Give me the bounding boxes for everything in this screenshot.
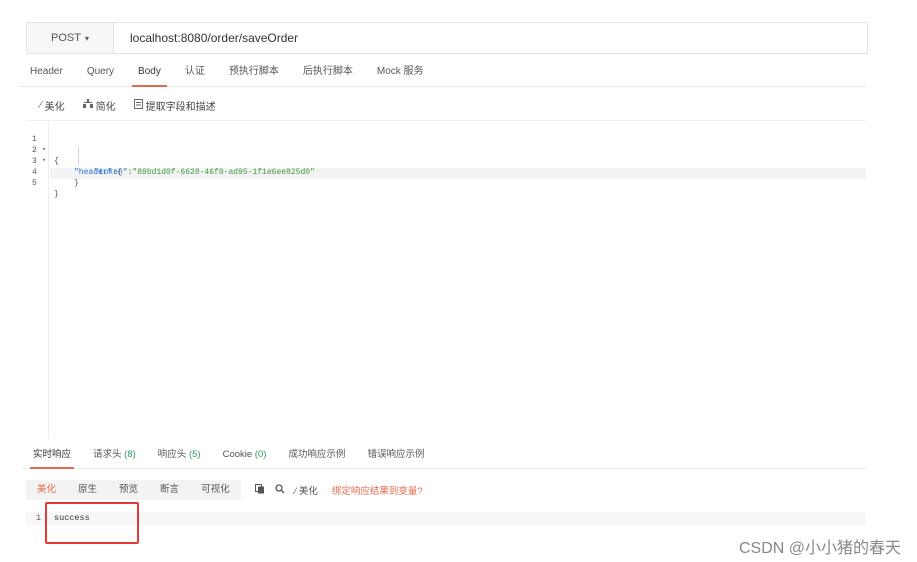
chevron-down-icon: ▾ — [84, 33, 89, 43]
code-text: } — [74, 179, 79, 188]
count-badge: (8) — [124, 449, 136, 460]
beautify-response-button[interactable]: ⁄ 美化 — [295, 483, 318, 497]
url-input[interactable]: localhost:8080/order/saveOrder — [114, 31, 298, 45]
view-raw[interactable]: 原生 — [67, 480, 108, 500]
line-number: 1 — [36, 513, 42, 523]
view-mode-segmented: 美化 原生 预览 断言 可视化 — [26, 480, 241, 500]
tab-success-example[interactable]: 成功响应示例 — [277, 442, 356, 468]
search-icon[interactable] — [274, 483, 285, 497]
response-tools: ⁄ 美化 绑定响应结果到变量? — [254, 483, 423, 497]
tab-header[interactable]: Header — [18, 58, 75, 86]
extract-fields-button[interactable]: 提取字段和描述 — [133, 98, 216, 113]
tab-mock-service[interactable]: Mock 服务 — [365, 58, 436, 86]
tab-request-headers[interactable]: 请求头 (8) — [82, 442, 147, 468]
tab-cookie[interactable]: Cookie (0) — [212, 442, 278, 468]
view-beautify[interactable]: 美化 — [26, 480, 67, 500]
editor-toolbar: ⁄ 美化 简化 提取字段和描述 — [40, 96, 216, 114]
response-tabs: 实时响应 请求头 (8) 响应头 (5) Cookie (0) 成功响应示例 错… — [22, 442, 866, 469]
code-line: 2 ▾ "header":{ — [26, 134, 122, 177]
count-badge: (0) — [254, 449, 267, 460]
tab-error-example[interactable]: 错误响应示例 — [356, 442, 435, 468]
response-toolbar: 美化 原生 预览 断言 可视化 ⁄ 美化 绑定响应结果到变量? — [26, 480, 423, 500]
bind-result-link[interactable]: 绑定响应结果到变量? — [332, 483, 423, 497]
code-line: 4 } — [26, 156, 79, 188]
json-string: "89bd1d0f-6628-46f0-ad95-1f1e6ee825d0" — [132, 168, 315, 177]
tab-auth[interactable]: 认证 — [173, 58, 217, 86]
tab-pre-script[interactable]: 预执行脚本 — [217, 58, 291, 86]
annotation-highlight-box — [45, 502, 139, 544]
tab-post-script[interactable]: 后执行脚本 — [291, 58, 365, 86]
tab-realtime-response[interactable]: 实时响应 — [22, 442, 82, 469]
line-number: 5 — [32, 179, 37, 188]
tab-query[interactable]: Query — [75, 58, 126, 86]
code-text: } — [54, 190, 59, 199]
indent-guide — [78, 146, 79, 166]
url-bar: POST ▾ localhost:8080/order/saveOrder — [26, 22, 868, 54]
method-label: POST — [51, 32, 81, 44]
simplify-label: 简化 — [95, 101, 116, 113]
watermark: CSDN @小小猪的春天 — [738, 540, 901, 557]
method-select[interactable]: POST ▾ — [27, 23, 114, 53]
tab-body[interactable]: Body — [126, 58, 173, 87]
code-text: "token":"89bd1d0f-6628-46f0-ad95-1f1e6ee… — [94, 167, 315, 178]
body-editor[interactable]: 1 ▾ { 2 ▾ "header":{ 3 "token":"89bd1d0f… — [26, 120, 866, 439]
count-badge: (5) — [188, 449, 201, 460]
tab-label: Cookie — [222, 449, 253, 460]
code-line: 5 } — [26, 167, 59, 199]
view-visualize[interactable]: 可视化 — [190, 480, 241, 500]
tab-response-headers[interactable]: 响应头 (5) — [147, 442, 212, 468]
json-key: "token" — [94, 168, 128, 177]
beautify-button[interactable]: ⁄ 美化 — [40, 98, 65, 113]
response-body[interactable]: 1 success — [26, 512, 866, 525]
tab-label: 响应头 — [157, 449, 187, 460]
code-line: 1 ▾ { — [26, 123, 59, 166]
document-icon — [133, 98, 143, 112]
code-line: 3 "token":"89bd1d0f-6628-46f0-ad95-1f1e6… — [26, 145, 315, 177]
simplify-button[interactable]: 简化 — [82, 98, 116, 113]
view-preview[interactable]: 预览 — [108, 480, 149, 500]
tab-label: 请求头 — [93, 449, 122, 460]
beautify-label: 美化 — [298, 486, 318, 497]
view-assert[interactable]: 断言 — [149, 480, 190, 500]
hierarchy-icon — [82, 99, 93, 111]
request-tabs: Header Query Body 认证 预执行脚本 后执行脚本 Mock 服务 — [18, 58, 866, 87]
magic-wand-icon: ⁄ — [294, 486, 297, 497]
magic-wand-icon: ⁄ — [40, 99, 42, 111]
code-text: { — [54, 157, 59, 166]
beautify-label: 美化 — [44, 101, 65, 113]
copy-icon[interactable] — [254, 483, 265, 497]
extract-fields-label: 提取字段和描述 — [145, 101, 216, 113]
